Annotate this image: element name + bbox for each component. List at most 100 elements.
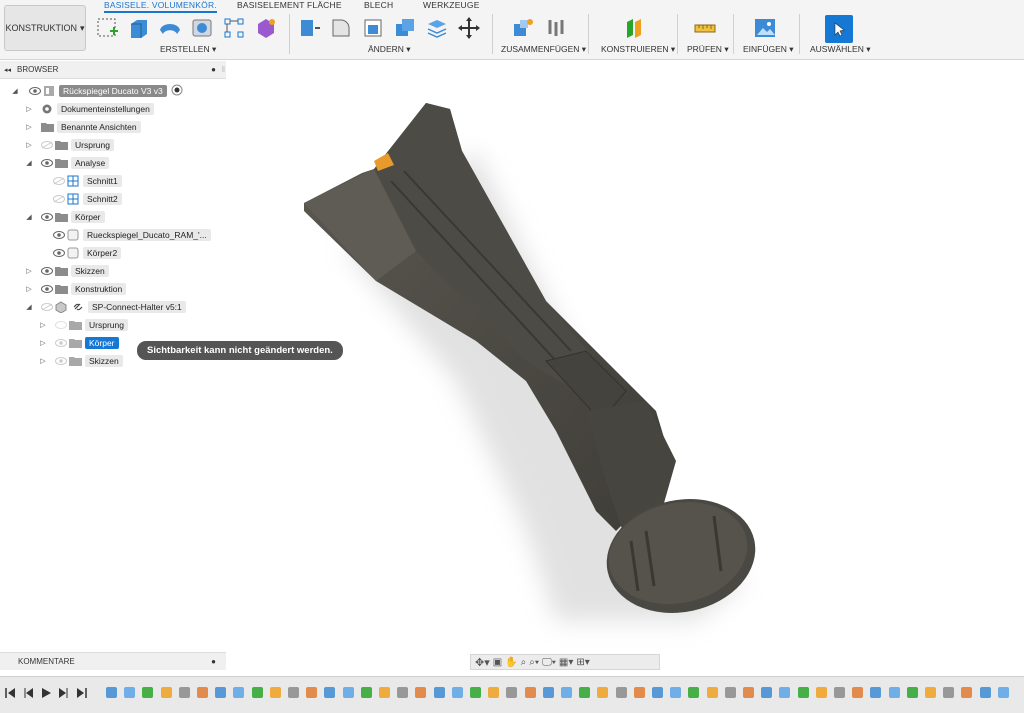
- expand-triangle-icon[interactable]: ▷: [24, 267, 34, 275]
- collapse-triangle-icon[interactable]: ◢: [10, 87, 20, 95]
- skip-to-start-icon[interactable]: [4, 687, 16, 699]
- joint-icon[interactable]: [543, 15, 569, 41]
- timeline-feature-icon[interactable]: [288, 687, 299, 698]
- timeline-feature-icon[interactable]: [215, 687, 227, 698]
- timeline-feature-icon[interactable]: [870, 687, 882, 698]
- group-inspect-label[interactable]: PRÜFEN ▾: [687, 44, 729, 55]
- eye-visibility-icon[interactable]: [52, 248, 66, 258]
- tree-item-construction[interactable]: ▷ Konstruktion: [24, 281, 127, 297]
- step-forward-icon[interactable]: [58, 687, 70, 699]
- tab-sheet-metal[interactable]: BLECH: [364, 0, 393, 10]
- eye-hidden-icon[interactable]: [40, 302, 54, 312]
- timeline-feature-icon[interactable]: [961, 687, 973, 698]
- tree-item-document-settings[interactable]: ▷ Dokumenteinstellungen: [24, 101, 154, 117]
- timeline-feature-icon[interactable]: [360, 687, 372, 698]
- expand-triangle-icon[interactable]: ▷: [38, 339, 48, 347]
- extrude-icon[interactable]: [126, 15, 152, 41]
- group-assemble-label[interactable]: ZUSAMMENFÜGEN ▾: [501, 44, 586, 55]
- viewports-icon[interactable]: ⊞▾: [576, 657, 589, 668]
- step-back-icon[interactable]: [22, 687, 34, 699]
- eye-visibility-icon[interactable]: [40, 284, 54, 294]
- eye-visibility-icon[interactable]: [40, 158, 54, 168]
- tree-root-row[interactable]: ◢ Rückspiegel Ducato V3 v3: [10, 83, 183, 99]
- timeline-feature-icon[interactable]: [506, 687, 518, 698]
- timeline-feature-icon[interactable]: [688, 687, 700, 698]
- zoom-icon[interactable]: ⌕: [521, 657, 527, 668]
- timeline-feature-icon[interactable]: [724, 687, 736, 698]
- expand-triangle-icon[interactable]: ▷: [24, 105, 34, 113]
- eye-hidden-icon[interactable]: [54, 356, 68, 366]
- comments-panel-header[interactable]: KOMMENTARE ●: [0, 652, 226, 670]
- timeline-feature-icon[interactable]: [342, 687, 354, 698]
- timeline-feature-icon[interactable]: [633, 687, 645, 698]
- expand-triangle-icon[interactable]: ▷: [24, 285, 34, 293]
- create-sketch-icon[interactable]: [94, 15, 120, 41]
- tree-item-named-views[interactable]: ▷ Benannte Ansichten: [24, 119, 141, 135]
- timeline-feature-icon[interactable]: [834, 687, 845, 698]
- tree-item-linked-component[interactable]: ◢ SP-Connect-Halter v5:1: [24, 299, 186, 315]
- mirror-mount-model[interactable]: [226, 61, 1024, 673]
- timeline-feature-icon[interactable]: [888, 687, 900, 698]
- group-insert-label[interactable]: EINFÜGEN ▾: [743, 44, 794, 55]
- combine-icon[interactable]: [392, 15, 418, 41]
- insert-canvas-icon[interactable]: [752, 15, 778, 41]
- timeline-feature-icon[interactable]: [779, 687, 791, 698]
- timeline-feature-icon[interactable]: [160, 687, 172, 698]
- timeline-feature-icon[interactable]: [197, 687, 208, 698]
- group-create-label[interactable]: ERSTELLEN ▾: [160, 44, 216, 55]
- timeline-feature-icon[interactable]: [251, 687, 263, 698]
- timeline-feature-icon[interactable]: [306, 687, 318, 698]
- panel-pin-icon[interactable]: ●: [211, 65, 216, 74]
- 3d-viewport[interactable]: [226, 61, 1024, 673]
- tree-item-sketches[interactable]: ▷ Skizzen: [24, 263, 109, 279]
- tree-item-body2[interactable]: Körper2: [52, 245, 122, 261]
- timeline-feature-icon[interactable]: [579, 687, 591, 698]
- orbit-icon[interactable]: ✥▾: [475, 656, 490, 669]
- eye-hidden-icon[interactable]: [52, 194, 66, 204]
- timeline-feature-icon[interactable]: [524, 687, 536, 698]
- zoom-window-icon[interactable]: ⌕▾: [529, 657, 539, 668]
- eye-hidden-icon[interactable]: [40, 140, 54, 150]
- collapse-panel-icon[interactable]: ◂◂: [4, 66, 11, 74]
- tab-solid[interactable]: BASISELE. VOLUMENKÖR.: [104, 0, 217, 13]
- eye-hidden-icon[interactable]: [54, 338, 68, 348]
- eye-visibility-icon[interactable]: [40, 212, 54, 222]
- tree-item-analysis[interactable]: ◢ Analyse: [24, 155, 110, 171]
- panel-pin-icon[interactable]: ●: [211, 657, 216, 666]
- timeline-feature-icon[interactable]: [142, 687, 154, 698]
- eye-visibility-icon[interactable]: [28, 86, 42, 96]
- hole-icon[interactable]: [189, 15, 215, 41]
- tree-item-section2[interactable]: Schnitt2: [52, 191, 122, 207]
- create-form-icon[interactable]: [253, 15, 279, 41]
- measure-icon[interactable]: [692, 15, 718, 41]
- expand-triangle-icon[interactable]: ▷: [24, 123, 34, 131]
- tree-item-body-mesh[interactable]: Rueckspiegel_Ducato_RAM_'...: [52, 227, 211, 243]
- tree-item-bodies[interactable]: ◢ Körper: [24, 209, 105, 225]
- timeline-feature-icon[interactable]: [415, 687, 427, 698]
- timeline-feature-icon[interactable]: [997, 687, 1009, 698]
- select-cursor-icon[interactable]: [825, 15, 853, 43]
- timeline-feature-icon[interactable]: [451, 687, 463, 698]
- expand-triangle-icon[interactable]: ▷: [24, 141, 34, 149]
- timeline-feature-icon[interactable]: [652, 687, 663, 698]
- timeline-feature-icon[interactable]: [269, 687, 281, 698]
- tree-item-section1[interactable]: Schnitt1: [52, 173, 122, 189]
- timeline-feature-icon[interactable]: [178, 687, 190, 698]
- collapse-triangle-icon[interactable]: ◢: [24, 159, 34, 167]
- group-modify-label[interactable]: ÄNDERN ▾: [368, 44, 411, 55]
- timeline-feature-icon[interactable]: [488, 687, 500, 698]
- timeline-feature-icon[interactable]: [379, 687, 390, 698]
- timeline-feature-icon[interactable]: [743, 687, 754, 698]
- panel-resize-handle[interactable]: ‖: [222, 65, 225, 74]
- eye-visibility-icon[interactable]: [40, 266, 54, 276]
- group-construct-label[interactable]: KONSTRUIEREN ▾: [601, 44, 675, 55]
- timeline-feature-icon[interactable]: [615, 687, 627, 698]
- tab-tools[interactable]: WERKZEUGE: [423, 0, 480, 10]
- timeline-feature-icon[interactable]: [943, 687, 955, 698]
- timeline-feature-icon[interactable]: [124, 687, 136, 698]
- revolve-icon[interactable]: [157, 15, 183, 41]
- timeline-feature-icon[interactable]: [815, 687, 827, 698]
- timeline-feature-icon[interactable]: [106, 687, 117, 698]
- timeline-feature-icon[interactable]: [852, 687, 864, 698]
- expand-triangle-icon[interactable]: ▷: [38, 321, 48, 329]
